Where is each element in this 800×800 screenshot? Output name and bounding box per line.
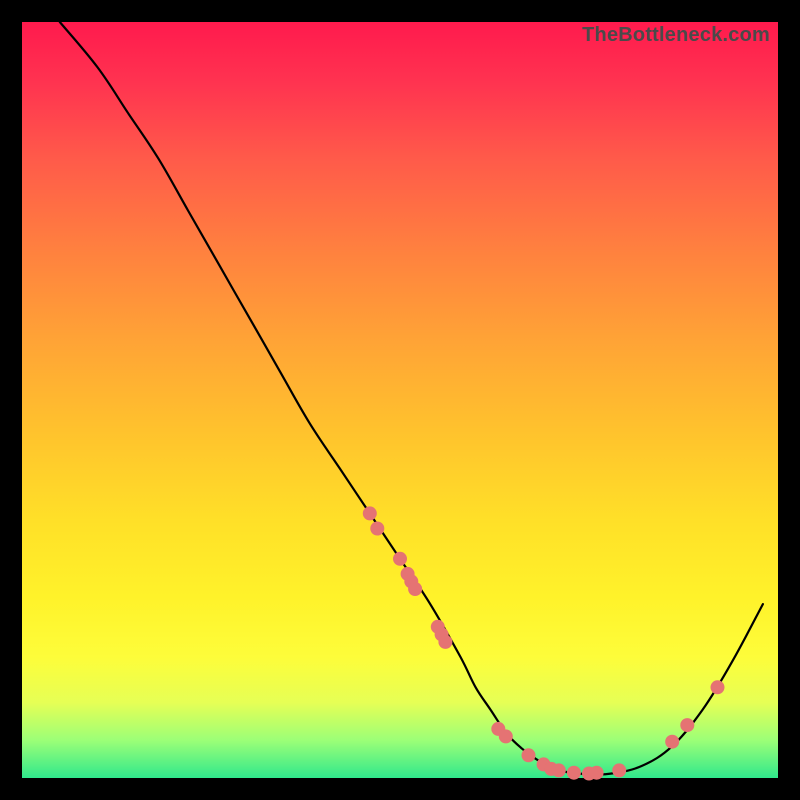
scatter-dot bbox=[438, 635, 452, 649]
scatter-dot bbox=[499, 729, 513, 743]
scatter-dot bbox=[680, 718, 694, 732]
scatter-dot bbox=[665, 735, 679, 749]
chart-svg bbox=[22, 22, 778, 778]
scatter-dot bbox=[370, 522, 384, 536]
scatter-group bbox=[363, 506, 725, 780]
scatter-dot bbox=[522, 748, 536, 762]
bottleneck-curve bbox=[60, 22, 763, 775]
scatter-dot bbox=[363, 506, 377, 520]
chart-panel: TheBottleneck.com bbox=[22, 22, 778, 778]
scatter-dot bbox=[393, 552, 407, 566]
scatter-dot bbox=[408, 582, 422, 596]
scatter-dot bbox=[711, 680, 725, 694]
scatter-dot bbox=[612, 763, 626, 777]
scatter-dot bbox=[567, 766, 581, 780]
scatter-dot bbox=[590, 766, 604, 780]
scatter-dot bbox=[552, 763, 566, 777]
